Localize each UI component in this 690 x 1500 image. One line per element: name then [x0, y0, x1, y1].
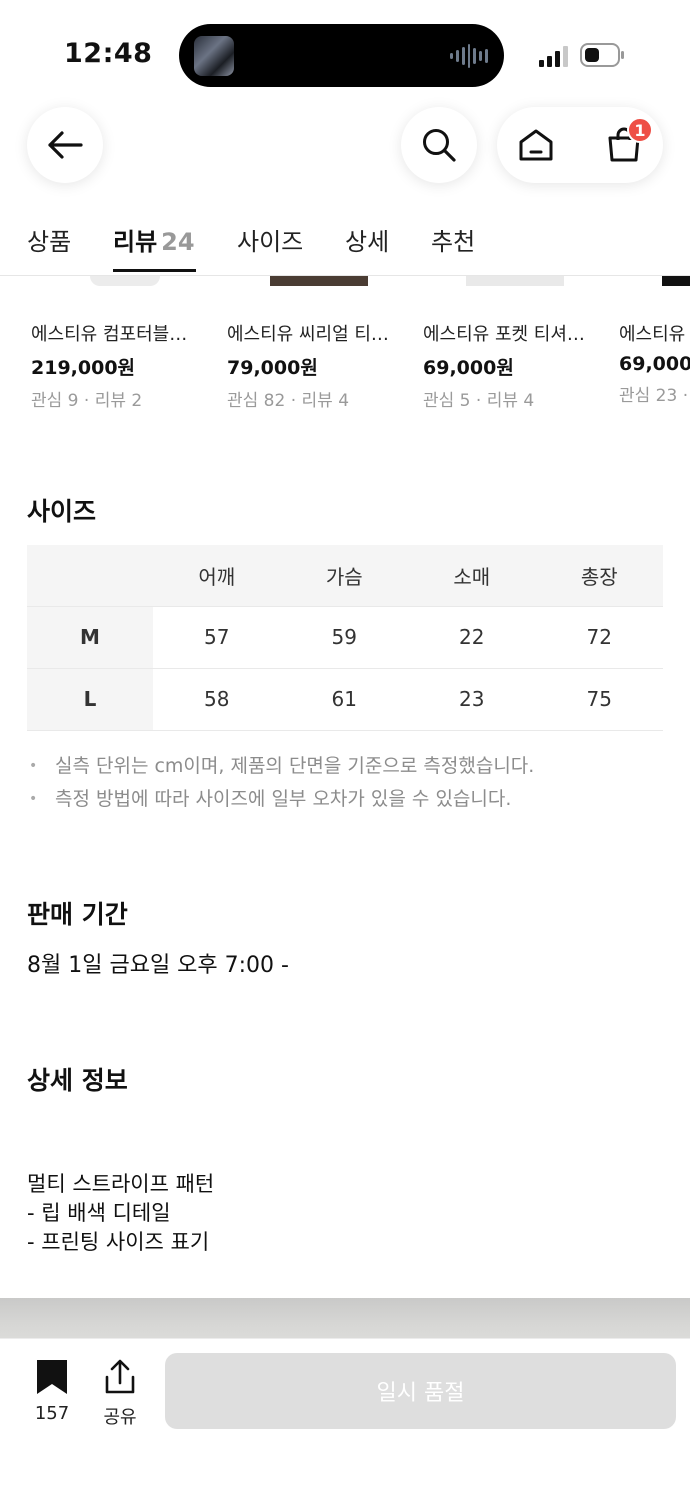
product-meta: 관심 23 ·	[619, 386, 689, 406]
cart-count-badge: 1	[627, 117, 653, 143]
size-notes: 실측 단위는 cm이며, 제품의 단면을 기준으로 측정했습니다. 측정 방법에…	[27, 750, 663, 816]
detail-line: - 립 배색 디테일	[27, 1201, 171, 1225]
tab-detail[interactable]: 상세	[345, 222, 389, 257]
sale-period-value: 8월 1일 금요일 오후 7:00 -	[27, 953, 289, 978]
table-cell: 58	[153, 667, 281, 731]
product-thumbnail[interactable]	[90, 276, 160, 286]
table-cell: 57	[153, 605, 281, 668]
detail-line: - 프린팅 사이즈 표기	[27, 1230, 210, 1254]
cellular-signal-icon	[539, 46, 568, 67]
home-button[interactable]	[497, 107, 575, 183]
bottom-action-bar: 157 공유 일시 품절	[0, 1338, 690, 1500]
product-price: 79,000원	[227, 357, 318, 379]
section-tabs: 상품 리뷰 24 사이즈 상세 추천	[0, 212, 690, 276]
size-section-title: 사이즈	[27, 497, 97, 526]
back-arrow-icon	[48, 131, 83, 159]
table-cell: 22	[408, 605, 536, 668]
bookmark-count: 157	[34, 1403, 70, 1424]
home-icon	[519, 129, 553, 161]
review-count: 24	[161, 228, 195, 256]
table-row: M 57 59 22 72	[27, 605, 663, 668]
table-cell: 61	[280, 667, 408, 731]
status-time: 12:48	[64, 38, 153, 69]
detail-line: 멀티 스트라이프 패턴	[27, 1172, 215, 1196]
sale-period-title: 판매 기간	[27, 900, 128, 929]
share-icon	[105, 1359, 135, 1394]
note-item: 측정 방법에 따라 사이즈에 일부 오차가 있을 수 있습니다.	[27, 783, 663, 816]
table-cell: 23	[408, 667, 536, 731]
product-thumbnail[interactable]	[662, 276, 690, 286]
recommended-product-card[interactable]: 에스티유 컴포터블… 219,000원 관심 9 · 리뷰 2	[31, 320, 211, 411]
size-label: M	[27, 605, 153, 668]
tab-label: 상품	[27, 228, 72, 256]
share-label: 공유	[103, 1407, 137, 1428]
search-icon	[423, 129, 456, 162]
tab-label: 추천	[431, 228, 476, 256]
product-thumbnail[interactable]	[466, 276, 564, 286]
recommended-product-card[interactable]: 에스티유 69,000 관심 23 ·	[619, 320, 690, 406]
column-header: 가슴	[280, 545, 408, 606]
size-table: 어깨 가슴 소매 총장 M 57 59 22 72 L 58 61 23 75	[27, 545, 663, 731]
battery-icon	[580, 43, 624, 67]
dynamic-island[interactable]	[179, 24, 504, 87]
recommended-product-card[interactable]: 에스티유 씨리얼 티… 79,000원 관심 82 · 리뷰 4	[227, 320, 407, 411]
product-price: 69,000	[619, 353, 690, 375]
size-label: L	[27, 667, 153, 731]
sold-out-button[interactable]: 일시 품절	[165, 1353, 676, 1429]
detail-info-title: 상세 정보	[27, 1066, 128, 1095]
product-detail-image	[0, 1298, 690, 1340]
detail-description: 멀티 스트라이프 패턴 - 립 배색 디테일 - 프린팅 사이즈 표기	[27, 1170, 214, 1257]
size-table-corner	[27, 545, 153, 606]
bookmark-button[interactable]: 157	[26, 1359, 78, 1427]
status-bar: 12:48	[0, 0, 690, 100]
table-cell: 72	[535, 605, 663, 668]
column-header: 총장	[535, 545, 663, 606]
product-name: 에스티유 포켓 티셔…	[423, 324, 585, 345]
product-meta: 관심 82 · 리뷰 4	[227, 391, 350, 411]
recommended-product-card[interactable]: 에스티유 포켓 티셔… 69,000원 관심 5 · 리뷰 4	[423, 320, 603, 411]
size-table-header: 어깨 가슴 소매 총장	[27, 545, 663, 606]
product-name: 에스티유 씨리얼 티…	[227, 324, 389, 345]
back-button[interactable]	[27, 107, 103, 183]
tab-label: 리뷰	[113, 228, 158, 256]
product-thumbnail[interactable]	[270, 276, 368, 286]
product-meta: 관심 9 · 리뷰 2	[31, 391, 143, 411]
tab-recommend[interactable]: 추천	[431, 222, 475, 257]
bookmark-icon	[37, 1360, 67, 1394]
product-name: 에스티유 컴포터블…	[31, 324, 188, 345]
note-item: 실측 단위는 cm이며, 제품의 단면을 기준으로 측정했습니다.	[27, 750, 663, 783]
tab-product[interactable]: 상품	[27, 222, 71, 257]
share-button[interactable]: 공유	[96, 1359, 144, 1428]
audio-waveform-icon	[450, 44, 489, 68]
tab-label: 사이즈	[237, 228, 304, 256]
search-button[interactable]	[401, 107, 477, 183]
product-name: 에스티유	[619, 324, 686, 345]
product-price: 219,000원	[31, 357, 136, 379]
column-header: 어깨	[153, 545, 281, 606]
active-tab-indicator	[113, 269, 196, 272]
table-cell: 75	[535, 667, 663, 731]
cart-button[interactable]	[585, 107, 663, 183]
product-price: 69,000원	[423, 357, 514, 379]
table-cell: 59	[280, 605, 408, 668]
tab-review[interactable]: 리뷰 24	[113, 222, 195, 257]
product-meta: 관심 5 · 리뷰 4	[423, 391, 535, 411]
now-playing-thumbnail	[194, 36, 234, 76]
column-header: 소매	[408, 545, 536, 606]
table-row: L 58 61 23 75	[27, 667, 663, 731]
tab-size[interactable]: 사이즈	[237, 222, 303, 257]
tab-label: 상세	[345, 228, 390, 256]
